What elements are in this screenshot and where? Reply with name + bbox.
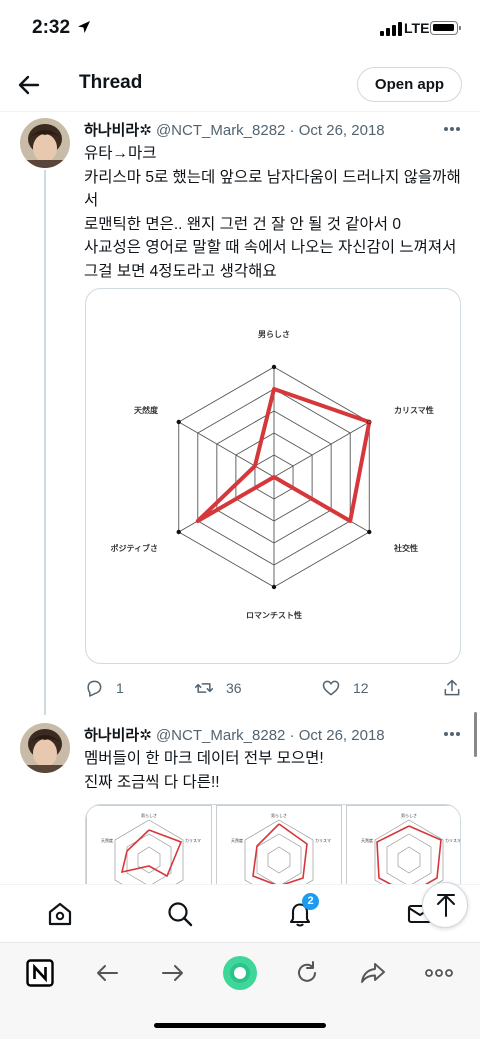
open-app-button[interactable]: Open app xyxy=(357,67,462,102)
share-button[interactable] xyxy=(442,676,462,700)
heart-icon xyxy=(322,680,340,696)
tweet-text: 유타→마크 카리스마 5로 했는데 앞으로 남자다움이 드러나지 않을까해서 로… xyxy=(84,142,464,283)
tweet-line: 진짜 조금씩 다 다른!! xyxy=(84,773,220,791)
thumb-label-top: 男らしさ xyxy=(271,812,287,818)
radar-label-4: ポジティブさ xyxy=(110,543,158,553)
notion-app-icon[interactable] xyxy=(25,958,55,988)
scroll-to-top-button[interactable] xyxy=(422,882,468,928)
thread-header: Thread Open app xyxy=(0,56,480,112)
retweet-count: 36 xyxy=(226,680,242,696)
page-title: Thread xyxy=(79,72,143,93)
thumb-label-top: 男らしさ xyxy=(141,812,157,818)
radar-thumbnails-image[interactable]: 男らしさ カリスマ 天然度 男らしさ カリスマ 天然度 男らしさ カリスマ 天然… xyxy=(85,804,461,894)
tweet-header: 하나비라✲ @NCT_Mark_8282 · Oct 26, 2018 xyxy=(84,724,385,745)
radar-point xyxy=(272,475,276,479)
radar-thumbnail: 男らしさ カリスマ 天然度 xyxy=(346,805,461,893)
thumb-label-right: カリスマ xyxy=(445,838,461,843)
tweet-line: 카리스마 5로 했는데 앞으로 남자다움이 드러나지 않을까해서 xyxy=(84,168,461,210)
more-options-icon[interactable] xyxy=(444,127,464,133)
notification-badge: 2 xyxy=(302,893,319,910)
radar-axis xyxy=(273,421,370,478)
signal-icon xyxy=(380,22,402,36)
radar-axis-endpoint xyxy=(367,529,372,535)
arrow-up-icon xyxy=(437,894,455,917)
radar-thumbnail: 男らしさ カリスマ 天然度 xyxy=(86,805,212,893)
tweet-line: 유타→마크 xyxy=(84,145,157,162)
user-handle[interactable]: @NCT_Mark_8282 xyxy=(156,122,285,139)
tweet-line: 로맨틱한 면은.. 왠지 그런 건 잘 안 될 것 같아서 0 xyxy=(84,215,401,233)
radar-series xyxy=(195,387,372,523)
tweet-actions: 1 36 12 xyxy=(84,676,464,702)
thumb-label-left: 天然度 xyxy=(361,837,373,843)
tweet-line: 멤버들이 한 마크 데이터 전부 모으면! xyxy=(84,750,324,767)
reload-icon[interactable] xyxy=(292,958,322,988)
radar-axis-endpoint xyxy=(176,529,181,535)
like-count: 12 xyxy=(353,680,369,696)
tweet-header: 하나비라✲ @NCT_Mark_8282 · Oct 26, 2018 xyxy=(84,119,385,140)
radar-chart: 男らしさ カリスマ性 社交性 ロマンチスト性 ポジティブさ 天然度 xyxy=(110,330,434,620)
reply-button[interactable]: 1 xyxy=(84,676,124,700)
radar-point xyxy=(348,519,352,523)
home-indicator xyxy=(154,1023,326,1028)
back-arrow-icon[interactable] xyxy=(16,72,42,98)
browser-more-icon[interactable] xyxy=(424,958,454,988)
radar-point xyxy=(272,387,276,391)
reply-count: 1 xyxy=(116,680,124,696)
thread-connector-line xyxy=(44,170,46,715)
radar-chart-image[interactable]: 男らしさ カリスマ性 社交性 ロマンチスト性 ポジティブさ 天然度 xyxy=(85,288,461,664)
radar-label-0: 男らしさ xyxy=(258,330,290,339)
radar-label-2: 社交性 xyxy=(393,543,418,553)
network-label: LTE xyxy=(404,20,430,36)
app-tab-bar xyxy=(0,884,480,942)
like-button[interactable]: 12 xyxy=(321,676,369,700)
home-icon[interactable] xyxy=(46,900,74,928)
radar-label-5: 天然度 xyxy=(134,405,159,415)
display-name[interactable]: 하나비라✲ xyxy=(84,122,152,139)
thumb-label-top: 男らしさ xyxy=(401,812,417,818)
radar-axis-endpoint xyxy=(176,419,181,425)
radar-point xyxy=(253,464,257,468)
status-bar: 2:32 LTE xyxy=(0,0,480,56)
browser-home-button[interactable] xyxy=(222,955,258,991)
share-icon xyxy=(444,679,460,696)
search-icon[interactable] xyxy=(166,900,194,928)
radar-label-3: ロマンチスト性 xyxy=(246,610,302,620)
radar-axis-endpoint xyxy=(271,364,277,370)
radar-point xyxy=(367,420,371,424)
battery-icon xyxy=(430,21,461,35)
display-name[interactable]: 하나비라✲ xyxy=(84,727,152,744)
reply-icon xyxy=(87,680,102,697)
thumb-label-right: カリスマ xyxy=(185,838,201,843)
location-arrow-icon xyxy=(78,21,90,33)
thumb-label-right: カリスマ xyxy=(315,838,331,843)
retweet-icon xyxy=(194,683,214,693)
avatar[interactable] xyxy=(20,723,70,773)
tweet-line: 그걸 보면 4정도라고 생각해요 xyxy=(84,262,277,280)
status-time: 2:32 xyxy=(32,17,71,38)
radar-point xyxy=(196,519,200,523)
share-forward-icon[interactable] xyxy=(358,958,388,988)
retweet-button[interactable]: 36 xyxy=(194,676,242,700)
tweet-text: 멤버들이 한 마크 데이터 전부 모으면! 진짜 조금씩 다 다른!! xyxy=(84,747,464,794)
radar-axis-endpoint xyxy=(271,584,277,590)
scroll-indicator xyxy=(474,712,477,757)
user-handle[interactable]: @NCT_Mark_8282 xyxy=(156,727,285,744)
radar-thumbnail: 男らしさ カリスマ 天然度 xyxy=(216,805,342,893)
avatar[interactable] xyxy=(20,118,70,168)
thumb-label-left: 天然度 xyxy=(101,837,113,843)
more-options-icon[interactable] xyxy=(444,732,464,738)
tweet-line: 사교성은 영어로 말할 때 속에서 나오는 자신감이 느껴져서 xyxy=(84,239,457,256)
radar-label-1: カリスマ性 xyxy=(394,405,434,415)
tweet-date[interactable]: · Oct 26, 2018 xyxy=(290,727,385,744)
thumb-label-left: 天然度 xyxy=(231,837,243,843)
browser-forward-icon[interactable] xyxy=(158,958,188,988)
tweet-date[interactable]: · Oct 26, 2018 xyxy=(290,122,385,139)
browser-back-icon[interactable] xyxy=(92,958,122,988)
